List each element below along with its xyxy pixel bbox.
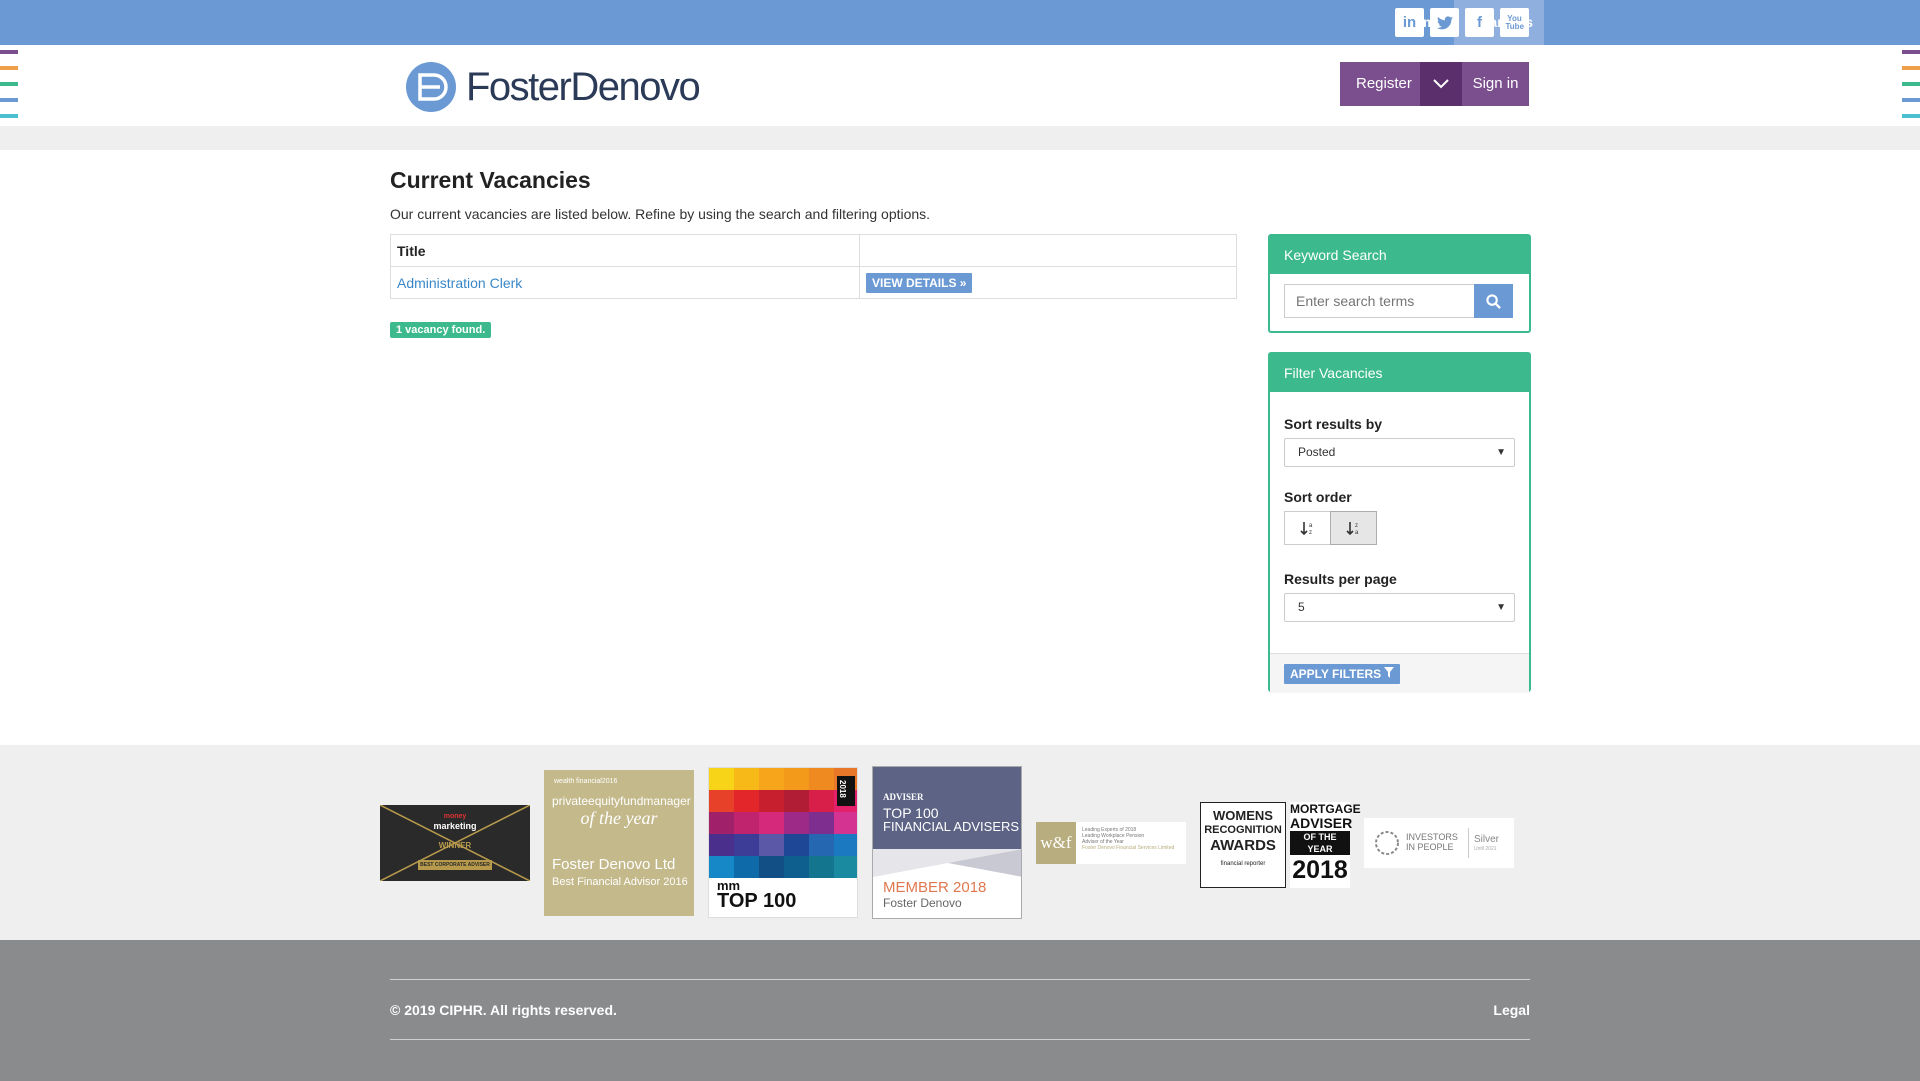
- social-links: in f You Tube: [1395, 8, 1529, 37]
- top-navigation-bar: Home Vacancies in f You Tube: [0, 0, 1920, 45]
- view-details-button[interactable]: VIEW DETAILS »: [866, 272, 973, 293]
- decorative-stripes-right: [1902, 50, 1920, 130]
- award-mm-top100: 2018 mm TOP 100: [708, 767, 858, 918]
- keyword-search-heading: Keyword Search: [1270, 236, 1529, 274]
- register-button[interactable]: Register: [1340, 62, 1420, 106]
- filter-icon: [1384, 667, 1395, 678]
- vacancy-action-cell: VIEW DETAILS »: [859, 266, 1237, 299]
- svg-text:z: z: [1309, 530, 1312, 536]
- award-investors-in-people: INVESTORS IN PEOPLE Silver Until 2021: [1364, 818, 1514, 868]
- svg-text:a: a: [1355, 530, 1359, 536]
- award-workplace-pension: w&f Leading Experts of 2018 Leading Work…: [1036, 822, 1186, 864]
- filter-vacancies-panel: Filter Vacancies Sort results by Posted …: [1268, 352, 1531, 693]
- page-title: Current Vacancies: [390, 167, 591, 193]
- search-form: [1270, 274, 1529, 328]
- color-grid-graphic: [709, 768, 857, 878]
- vacancies-table: Title Administration Clerk VIEW DETAILS …: [390, 234, 1237, 299]
- dropdown-arrow-icon: ▼: [1496, 447, 1506, 458]
- register-dropdown-toggle[interactable]: [1420, 62, 1462, 106]
- chevron-down-icon: [1433, 79, 1449, 89]
- auth-buttons: Register Sign in: [1340, 62, 1529, 106]
- filter-vacancies-heading: Filter Vacancies: [1270, 354, 1529, 392]
- linkedin-icon[interactable]: in: [1395, 8, 1424, 37]
- site-logo[interactable]: FosterDenovo: [406, 62, 701, 112]
- sort-order-group: az za: [1284, 511, 1515, 545]
- youtube-icon[interactable]: You Tube: [1500, 8, 1529, 37]
- svg-text:a: a: [1309, 523, 1313, 529]
- sort-alpha-asc-icon: az: [1299, 522, 1313, 536]
- search-button[interactable]: [1474, 284, 1513, 318]
- sort-by-label: Sort results by: [1284, 416, 1383, 432]
- site-footer: © 2019 CIPHR. All rights reserved. Legal: [0, 940, 1920, 1081]
- site-header: FosterDenovo Register Sign in: [0, 45, 1920, 126]
- header-divider-band: [0, 126, 1920, 150]
- awards-strip: money marketing WINNER BEST CORPORATE AD…: [0, 745, 1920, 940]
- results-per-page-select[interactable]: 5 ▼: [1284, 593, 1515, 622]
- iip-laurel-icon: [1375, 831, 1399, 855]
- apply-filters-button[interactable]: APPLY FILTERS: [1284, 664, 1401, 684]
- vacancy-count-badge: 1 vacancy found.: [390, 322, 492, 338]
- sort-order-label: Sort order: [1284, 489, 1352, 505]
- copyright-text: © 2019 CIPHR. All rights reserved.: [390, 1002, 617, 1018]
- award-mortgage-adviser: MORTGAGE ADVISER OF THE YEAR 2018: [1290, 802, 1361, 888]
- award-adviser-top100: ADVISER TOP 100 FINANCIAL ADVISERS MEMBE…: [872, 766, 1022, 919]
- dropdown-arrow-icon: ▼: [1496, 602, 1506, 613]
- sort-ascending-button[interactable]: az: [1284, 511, 1331, 545]
- facebook-icon[interactable]: f: [1465, 8, 1494, 37]
- vacancy-title-cell: Administration Clerk: [390, 266, 860, 299]
- logo-mark-icon: [406, 62, 456, 112]
- legal-link[interactable]: Legal: [1493, 1002, 1530, 1018]
- search-icon: [1486, 293, 1501, 309]
- twitter-icon[interactable]: [1430, 8, 1459, 37]
- award-private-equity: wealth financial2016 privateequityfundma…: [544, 770, 694, 916]
- search-input[interactable]: [1284, 284, 1474, 318]
- logo-text: FosterDenovo: [466, 65, 701, 109]
- filter-panel-footer: APPLY FILTERS: [1270, 653, 1529, 693]
- sort-alpha-desc-icon: za: [1345, 522, 1359, 536]
- results-per-page-label: Results per page: [1284, 571, 1397, 587]
- vacancy-title-link[interactable]: Administration Clerk: [397, 275, 522, 291]
- table-row: Administration Clerk VIEW DETAILS »: [390, 266, 1237, 299]
- award-money-marketing: money marketing WINNER BEST CORPORATE AD…: [379, 804, 531, 882]
- column-header-actions: [859, 234, 1237, 267]
- intro-text: Our current vacancies are listed below. …: [390, 206, 931, 222]
- table-header-row: Title: [390, 234, 1237, 267]
- sort-by-select[interactable]: Posted ▼: [1284, 438, 1515, 467]
- sign-in-button[interactable]: Sign in: [1462, 62, 1529, 106]
- keyword-search-panel: Keyword Search: [1268, 234, 1531, 333]
- award-womens-recognition: WOMENS RECOGNITION AWARDS financial repo…: [1200, 802, 1286, 888]
- sort-descending-button[interactable]: za: [1330, 511, 1377, 545]
- column-header-title: Title: [390, 234, 860, 267]
- footer-divider-top: [390, 979, 1530, 980]
- svg-text:z: z: [1355, 523, 1358, 529]
- decorative-stripes-left: [0, 50, 18, 130]
- footer-divider-bottom: [390, 1039, 1530, 1040]
